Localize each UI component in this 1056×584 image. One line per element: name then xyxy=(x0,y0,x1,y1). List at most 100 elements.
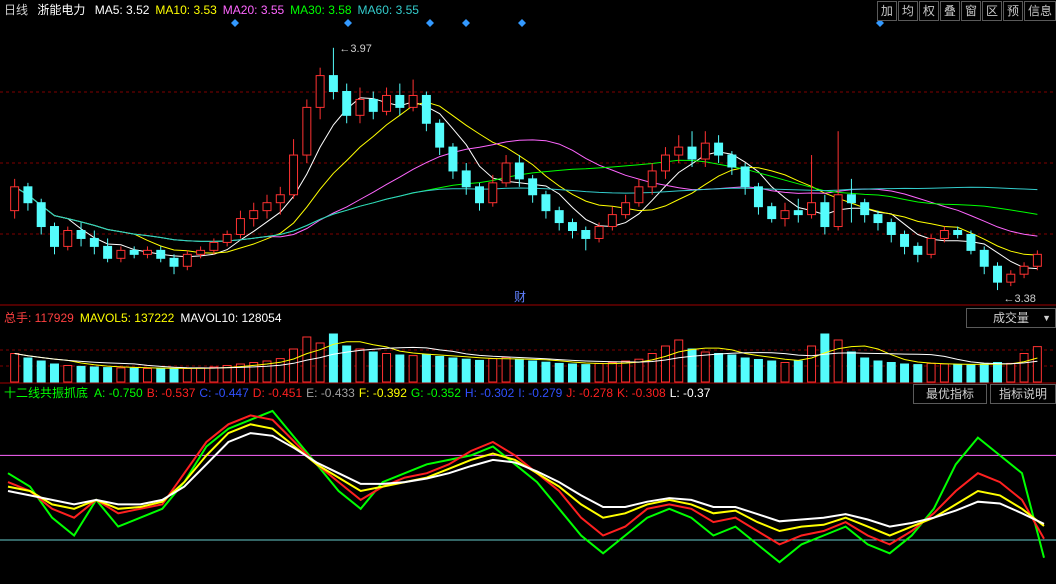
candle-body xyxy=(501,162,511,184)
toolbar-range-button[interactable]: 区 xyxy=(981,1,1002,21)
candle-body xyxy=(953,230,963,235)
volume-bar xyxy=(23,357,33,383)
candle-body xyxy=(634,186,644,204)
finance-marker: 财 xyxy=(514,290,526,304)
best-indicator-button[interactable]: 最优指标 xyxy=(913,384,987,404)
indicator-legend-item: H: -0.302 xyxy=(464,386,515,400)
event-diamond-icon xyxy=(518,19,526,27)
candle-body xyxy=(421,94,431,124)
candle-body xyxy=(395,94,405,108)
volume-bar xyxy=(621,360,631,383)
volume-bar xyxy=(514,359,524,383)
stock-chart[interactable]: ←3.97 ←3.38 财 xyxy=(0,0,1056,584)
candle-body xyxy=(807,202,817,216)
volume-bar xyxy=(169,368,179,383)
candle-body xyxy=(50,226,59,247)
candle-body xyxy=(700,142,710,160)
ma5-line xyxy=(14,97,1038,270)
candle-body xyxy=(328,75,338,92)
candle-body xyxy=(833,194,843,228)
ma-legend: MA5: 3.52 MA10: 3.53 MA20: 3.55 MA30: 3.58 M… xyxy=(95,3,425,17)
candle-body xyxy=(767,206,777,220)
candle-body xyxy=(594,226,604,239)
candle-body xyxy=(793,210,803,216)
toolbar-info-button[interactable]: 信息 xyxy=(1023,1,1056,21)
volume-bar xyxy=(1006,362,1016,383)
candle-body xyxy=(860,202,870,216)
volume-bar xyxy=(953,364,963,383)
volume-bar xyxy=(63,365,73,383)
toolbar-add-button[interactable]: 加 xyxy=(876,1,897,21)
volume-bar xyxy=(913,364,923,383)
volume-bar xyxy=(488,358,498,383)
indicator-line-B xyxy=(7,414,1045,546)
candle-body xyxy=(103,245,113,259)
candle-body xyxy=(10,186,20,212)
candle-body xyxy=(979,249,989,267)
toolbar-forecast-button[interactable]: 预 xyxy=(1002,1,1023,21)
candle-body xyxy=(368,98,378,112)
volume-bar xyxy=(660,345,670,383)
volume-bar xyxy=(89,366,99,383)
ma10-line xyxy=(14,101,1038,256)
period-label[interactable]: 日线 xyxy=(4,3,28,17)
volume-bar xyxy=(1019,353,1029,383)
volume-bar xyxy=(966,364,976,383)
volume-select-label: 成交量 xyxy=(992,311,1029,325)
candle-body xyxy=(846,194,856,204)
volume-indicator-select[interactable]: 成交量 ▼ xyxy=(966,308,1056,328)
candle-body xyxy=(382,94,392,112)
toolbar-window-button[interactable]: 窗 xyxy=(960,1,981,21)
toolbar-average-button[interactable]: 均 xyxy=(897,1,918,21)
volume-bar xyxy=(833,339,843,383)
volume-bar xyxy=(846,351,856,383)
volume-bar xyxy=(142,368,152,383)
volume-bar xyxy=(767,360,777,383)
ma-legend-item: MA60: 3.55 xyxy=(357,3,419,17)
volume-bar xyxy=(501,356,511,383)
volume-bar xyxy=(156,367,166,383)
event-diamond-icon xyxy=(231,19,239,27)
candle-body xyxy=(169,257,179,267)
candle-body xyxy=(142,249,152,255)
volume-bar xyxy=(554,362,564,383)
indicator-name: 十二线共振抓底 xyxy=(4,386,89,400)
volume-bar xyxy=(780,362,790,383)
volume-bar xyxy=(993,362,1002,383)
volume-bar xyxy=(328,333,338,383)
volume-bar xyxy=(793,360,803,383)
candle-body xyxy=(647,170,657,188)
candle-body xyxy=(302,106,312,156)
event-diamond-icon xyxy=(344,19,352,27)
candle-body xyxy=(528,178,538,196)
volume-bar xyxy=(395,354,405,383)
candle-body xyxy=(76,230,86,239)
volume-bar xyxy=(368,351,378,383)
candle-body xyxy=(674,146,684,156)
toolbar-rights-button[interactable]: 权 xyxy=(918,1,939,21)
volume-bar xyxy=(607,362,617,383)
ma20-line xyxy=(14,139,1038,242)
indicator-help-button[interactable]: 指标说明 xyxy=(990,384,1056,404)
volume-bar xyxy=(807,345,817,383)
volume-bar xyxy=(528,360,538,383)
candle-body xyxy=(209,241,219,251)
volume-bar xyxy=(568,363,577,383)
volume-bar xyxy=(939,363,949,383)
candle-body xyxy=(89,237,99,247)
candle-body xyxy=(926,237,936,255)
candle-body xyxy=(541,194,551,212)
volume-bar xyxy=(873,360,883,383)
candle-body xyxy=(63,230,73,247)
candle-body xyxy=(435,122,445,148)
indicator-header: 十二线共振抓底 A: -0.750 B: -0.537 C: -0.447 D: -0.… xyxy=(4,384,714,402)
candle-body xyxy=(820,202,830,228)
toolbar-overlay-button[interactable]: 叠 xyxy=(939,1,960,21)
candle-body xyxy=(1019,265,1029,275)
candle-body xyxy=(780,210,790,220)
candle-body xyxy=(581,230,591,239)
candle-body xyxy=(554,210,564,224)
candle-body xyxy=(116,249,126,259)
volume-bar xyxy=(594,362,604,383)
candle-body xyxy=(607,214,617,228)
